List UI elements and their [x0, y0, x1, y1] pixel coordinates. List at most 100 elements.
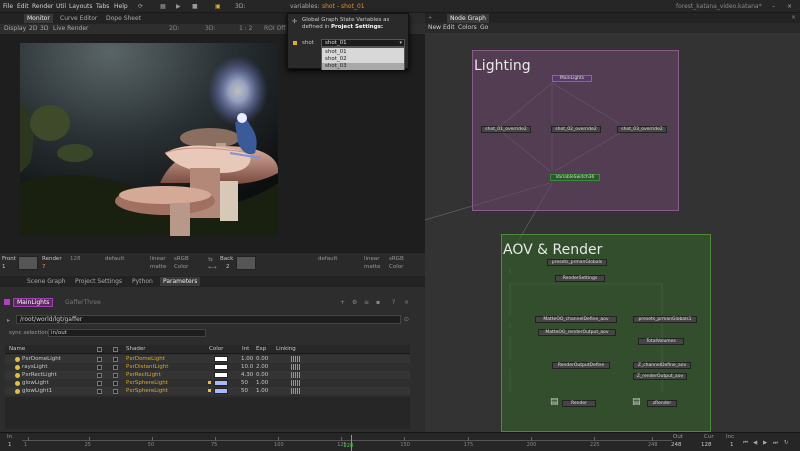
play-back-icon[interactable]: ◀	[753, 440, 757, 446]
minimize-icon[interactable]: –	[772, 3, 775, 10]
lut-linear[interactable]: linear	[150, 256, 166, 262]
variables-value[interactable]: shot	[322, 3, 335, 10]
shot-option[interactable]: shot_02	[322, 56, 404, 63]
roi-toggle[interactable]: ROI Off	[264, 25, 285, 32]
tab-project-settings[interactable]: Project Settings	[75, 278, 122, 285]
light-name[interactable]: PxrRectLight	[22, 371, 57, 379]
solo-checkbox[interactable]	[113, 388, 118, 394]
mute-checkbox[interactable]	[97, 356, 102, 362]
play-icon[interactable]: ▶	[176, 3, 181, 10]
node-graph-canvas[interactable]: Lighting AOV & Render MainLights shot_01…	[425, 33, 800, 432]
swap-icon[interactable]: ⇆	[208, 256, 213, 263]
zoom-ratio[interactable]: 1 : 2	[239, 25, 252, 32]
node-shot03-override[interactable]: shot_03_override2	[617, 126, 667, 133]
front-swatch[interactable]	[18, 256, 38, 270]
out-value[interactable]: 248	[671, 442, 682, 448]
ng-menu-new[interactable]: New	[428, 24, 441, 31]
node-z-render[interactable]: zRender	[647, 400, 677, 407]
light-row[interactable]: PxrDomeLight PxrDomeLight 1.00 0.00	[5, 355, 410, 363]
bookmark-icon[interactable]: ▪	[376, 299, 380, 306]
in-value[interactable]: 1	[8, 442, 12, 448]
node-matte-render-output[interactable]: MatteOO_renderOutput_aov	[538, 329, 616, 336]
light-color-swatch[interactable]	[214, 356, 228, 362]
light-shader[interactable]: PxrSphereLight	[126, 387, 168, 395]
light-color-swatch[interactable]	[214, 364, 228, 370]
settings-icon[interactable]: ⚙	[352, 299, 357, 306]
light-intensity[interactable]: 50	[241, 379, 248, 387]
node-presets-prman-globals1[interactable]: presets_prmanGlobals1	[633, 316, 697, 323]
light-exposure[interactable]: 1.00	[256, 379, 268, 387]
light-row[interactable]: PxrRectLight PxrRectLight 4.30 0.00	[5, 371, 410, 379]
3d-menu[interactable]: 3D	[40, 25, 48, 32]
shot-dropdown[interactable]: shot_01 ▾	[321, 39, 405, 47]
timeline-track[interactable]	[22, 440, 672, 441]
light-intensity[interactable]: 10.0	[241, 363, 253, 371]
lut-srgb-right[interactable]: sRGB	[389, 256, 404, 262]
solo-checkbox[interactable]	[113, 380, 118, 386]
light-shader[interactable]: PxrDistantLight	[126, 363, 168, 371]
node-name-field[interactable]: MainLights	[13, 298, 54, 307]
close-panel-icon[interactable]: ×	[404, 299, 409, 306]
light-row[interactable]: glowLight PxrSphereLight 50 1.00	[5, 379, 410, 387]
menu-layouts[interactable]: Layouts	[69, 3, 93, 10]
lut-default[interactable]: default	[105, 256, 124, 262]
grid-icon[interactable]: ▦	[160, 3, 166, 10]
first-frame-icon[interactable]: ⏮	[743, 440, 748, 447]
light-exposure[interactable]: 1.00	[256, 387, 268, 395]
render-icon[interactable]: ▣	[215, 3, 221, 10]
node-mainlights[interactable]: MainLights	[552, 75, 592, 82]
light-color-swatch[interactable]	[214, 372, 228, 378]
solo-checkbox[interactable]	[113, 356, 118, 362]
col-check-2[interactable]	[113, 347, 118, 352]
loop-icon[interactable]: ↻	[784, 440, 789, 446]
cur-value[interactable]: 128	[701, 442, 712, 448]
light-intensity[interactable]: 4.30	[241, 371, 253, 379]
close-icon[interactable]: ×	[787, 3, 792, 10]
menu-file[interactable]: File	[3, 3, 13, 10]
play-forward-icon[interactable]: ▶	[763, 440, 767, 446]
2d-toggle[interactable]: 2D:	[169, 25, 179, 32]
ng-menu-go[interactable]: Go	[480, 24, 488, 31]
stop-icon[interactable]: ■	[192, 3, 198, 10]
light-shader[interactable]: PxrDomeLight	[126, 355, 165, 363]
lut-color[interactable]: Color	[174, 264, 188, 270]
tab-scene-graph[interactable]: Scene Graph	[27, 278, 66, 285]
light-name[interactable]: raysLight	[22, 363, 47, 371]
node-matte-channel-define[interactable]: MatteOO_channelDefine_aov	[535, 316, 617, 323]
light-name[interactable]: PxrDomeLight	[22, 355, 61, 363]
tab-parameters[interactable]: Parameters	[160, 277, 201, 286]
tab-add-icon[interactable]: +	[428, 15, 432, 21]
light-bulb-icon[interactable]	[15, 380, 20, 386]
menu-tabs[interactable]: Tabs	[96, 3, 109, 10]
refresh-icon[interactable]: ⟳	[138, 3, 143, 10]
node-render[interactable]: Render	[562, 400, 596, 407]
variables-shot-value[interactable]: shot_01	[341, 3, 365, 10]
sync-selection-dropdown[interactable]: in/out	[48, 329, 206, 337]
mute-checkbox[interactable]	[97, 364, 102, 370]
light-exposure[interactable]: 0.00	[256, 371, 268, 379]
light-row[interactable]: raysLight PxrDistantLight 10.0 2.00	[5, 363, 410, 371]
node-render-output-define[interactable]: RenderOutputDefine	[552, 362, 610, 369]
3d-toggle[interactable]: 3D:	[205, 25, 215, 32]
node-shot02-override[interactable]: shot_02_override2	[551, 126, 601, 133]
root-location-field[interactable]: /root/world/lgt/gaffer	[16, 315, 401, 324]
display-menu[interactable]: Display	[4, 25, 26, 32]
light-shader[interactable]: PxrRectLight	[126, 371, 161, 379]
light-color-swatch[interactable]	[214, 388, 228, 394]
menu-help[interactable]: Help	[114, 3, 128, 10]
shot-option[interactable]: shot_03	[322, 63, 404, 70]
location-menu-icon[interactable]: ⊙	[404, 316, 409, 323]
solo-checkbox[interactable]	[113, 364, 118, 370]
tab-monitor[interactable]: Monitor	[24, 14, 53, 23]
pin-icon[interactable]: ✢	[292, 18, 297, 25]
light-exposure[interactable]: 0.00	[256, 355, 268, 363]
node-z-render-output[interactable]: Z_renderOutput_aov	[633, 373, 687, 380]
linking-icon[interactable]	[291, 380, 301, 386]
lut-linear-right[interactable]: linear	[364, 256, 380, 262]
light-row[interactable]: glowLight1 PxrSphereLight 50 1.00	[5, 387, 410, 395]
lut-srgb[interactable]: sRGB	[174, 256, 189, 262]
last-frame-icon[interactable]: ⏭	[773, 440, 778, 447]
list-icon[interactable]: ≡	[364, 299, 369, 306]
solo-checkbox[interactable]	[113, 372, 118, 378]
tab-python[interactable]: Python	[132, 278, 153, 285]
